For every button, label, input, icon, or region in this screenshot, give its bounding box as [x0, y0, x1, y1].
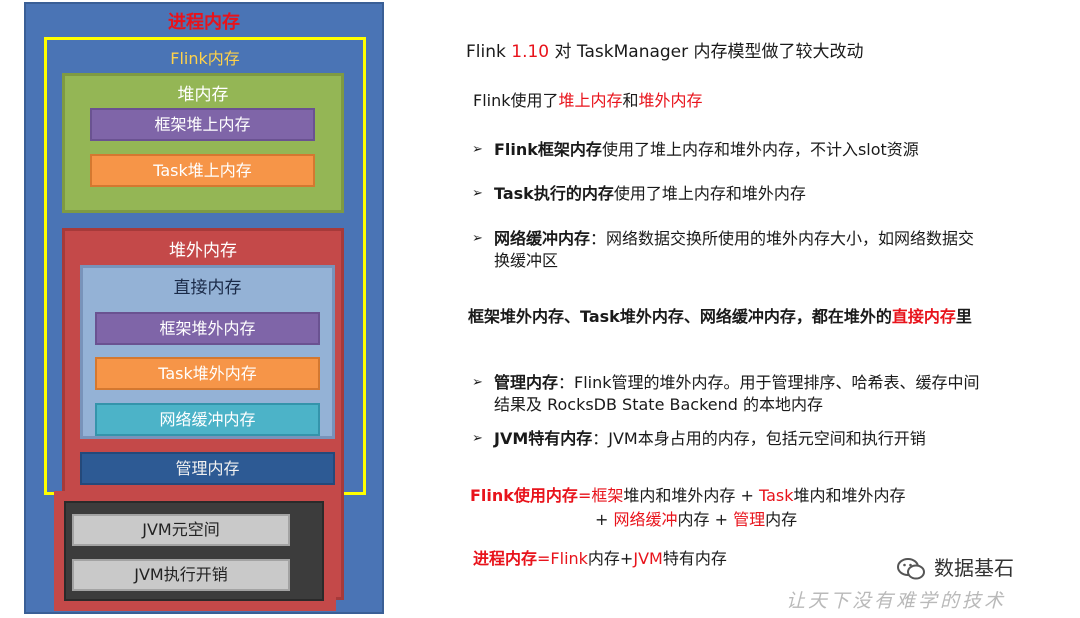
managed-memory-bullet-cont: 结果及 RocksDB State Backend 的本地内存 [494, 395, 823, 414]
jvm-inner-box: JVM元空间 JVM执行开销 [64, 501, 324, 601]
wechat-icon [896, 556, 926, 582]
jvm-specific-memory-box: JVM元空间 JVM执行开销 [54, 491, 336, 611]
flink-usage-formula-cont: + 网络缓冲内存 + 管理内存 [595, 510, 798, 529]
heap-usage-line: Flink使用了堆上内存和堆外内存 [473, 91, 703, 110]
bullet-icon: ➢ [472, 231, 483, 246]
framework-memory-bullet: Flink框架内存使用了堆上内存和堆外内存，不计入slot资源 [494, 140, 919, 159]
process-memory-box: 进程内存 Flink内存 堆内存 框架堆上内存 Task堆上内存 堆外内存 直接… [24, 2, 384, 614]
managed-memory-bullet: 管理内存：Flink管理的堆外内存。用于管理排序、哈希表、缓存中间 [494, 373, 980, 392]
task-offheap-memory: Task堆外内存 [95, 357, 320, 390]
offheap-memory-title: 堆外内存 [169, 241, 237, 261]
heap-memory-title: 堆内存 [177, 85, 229, 105]
network-memory-bullet: 网络缓冲内存：网络数据交换所使用的堆外内存大小，如网络数据交 [494, 229, 975, 248]
direct-memory-title: 直接内存 [173, 278, 242, 298]
jvm-overhead: JVM执行开销 [72, 559, 290, 591]
headline: Flink 1.10 对 TaskManager 内存模型做了较大改动 [466, 42, 864, 62]
flink-memory-title: Flink内存 [170, 49, 240, 68]
heap-memory-box: 堆内存 框架堆上内存 Task堆上内存 [62, 73, 344, 213]
bullet-icon: ➢ [472, 142, 483, 157]
framework-heap-memory: 框架堆上内存 [90, 108, 315, 141]
jvm-metaspace: JVM元空间 [72, 514, 290, 546]
process-memory-title: 进程内存 [168, 12, 240, 33]
watermark-slogan: 让天下没有难学的技术 [786, 590, 1007, 612]
direct-memory-box: 直接内存 框架堆外内存 Task堆外内存 网络缓冲内存 [80, 265, 335, 439]
bullet-icon: ➢ [472, 431, 483, 446]
network-buffer-memory: 网络缓冲内存 [95, 403, 320, 436]
bullet-icon: ➢ [472, 186, 483, 201]
direct-memory-summary: 框架堆外内存、Task堆外内存、网络缓冲内存，都在堆外的直接内存里 [468, 307, 972, 326]
framework-offheap-memory: 框架堆外内存 [95, 312, 320, 345]
bullet-icon: ➢ [472, 375, 483, 390]
jvm-memory-bullet: JVM特有内存：JVM本身占用的内存，包括元空间和执行开销 [494, 429, 926, 448]
managed-memory: 管理内存 [80, 452, 335, 485]
flink-usage-formula: Flink使用内存=框架堆内和堆外内存 + Task堆内和堆外内存 [470, 486, 906, 505]
flink-memory-box: Flink内存 堆内存 框架堆上内存 Task堆上内存 堆外内存 直接内存 框架… [44, 37, 366, 600]
task-memory-bullet: Task执行的内存使用了堆上内存和堆外内存 [494, 184, 806, 203]
process-memory-formula: 进程内存=Flink内存+JVM特有内存 [473, 549, 727, 568]
network-memory-bullet-cont: 换缓冲区 [494, 251, 559, 270]
task-heap-memory: Task堆上内存 [90, 154, 315, 187]
watermark-name: 数据基石 [934, 556, 1014, 580]
